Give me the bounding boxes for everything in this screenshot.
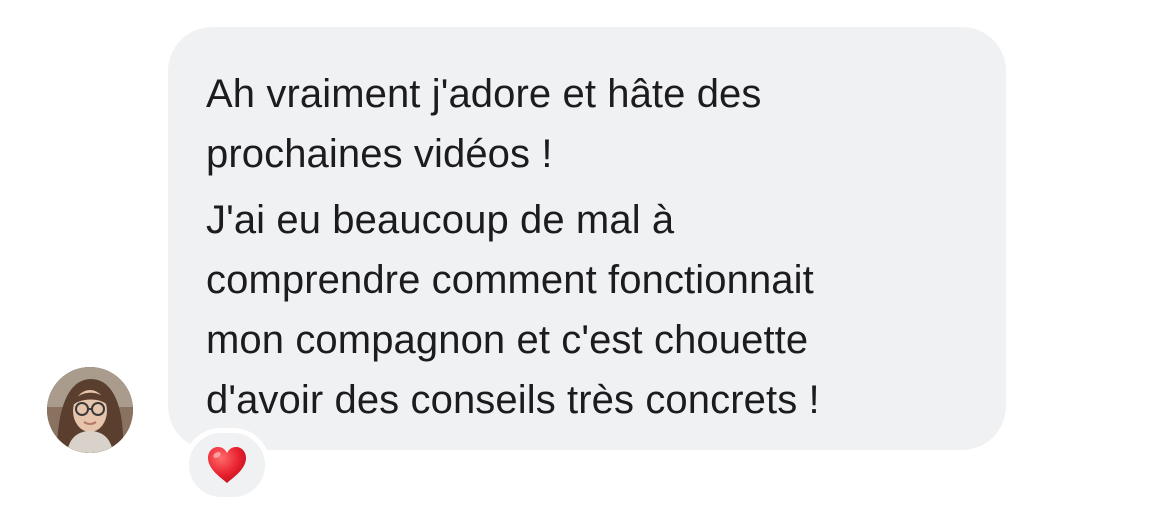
heart-icon — [208, 447, 246, 483]
reaction-badge[interactable] — [184, 428, 270, 502]
message-bubble[interactable]: Ah vraiment j'adore et hâte des prochain… — [168, 27, 1006, 450]
sender-avatar[interactable] — [47, 367, 133, 453]
avatar-photo — [47, 367, 133, 453]
message-paragraph-1: Ah vraiment j'adore et hâte des prochain… — [206, 72, 762, 176]
message-paragraph-2: J'ai eu beaucoup de mal à comprendre com… — [206, 198, 820, 422]
